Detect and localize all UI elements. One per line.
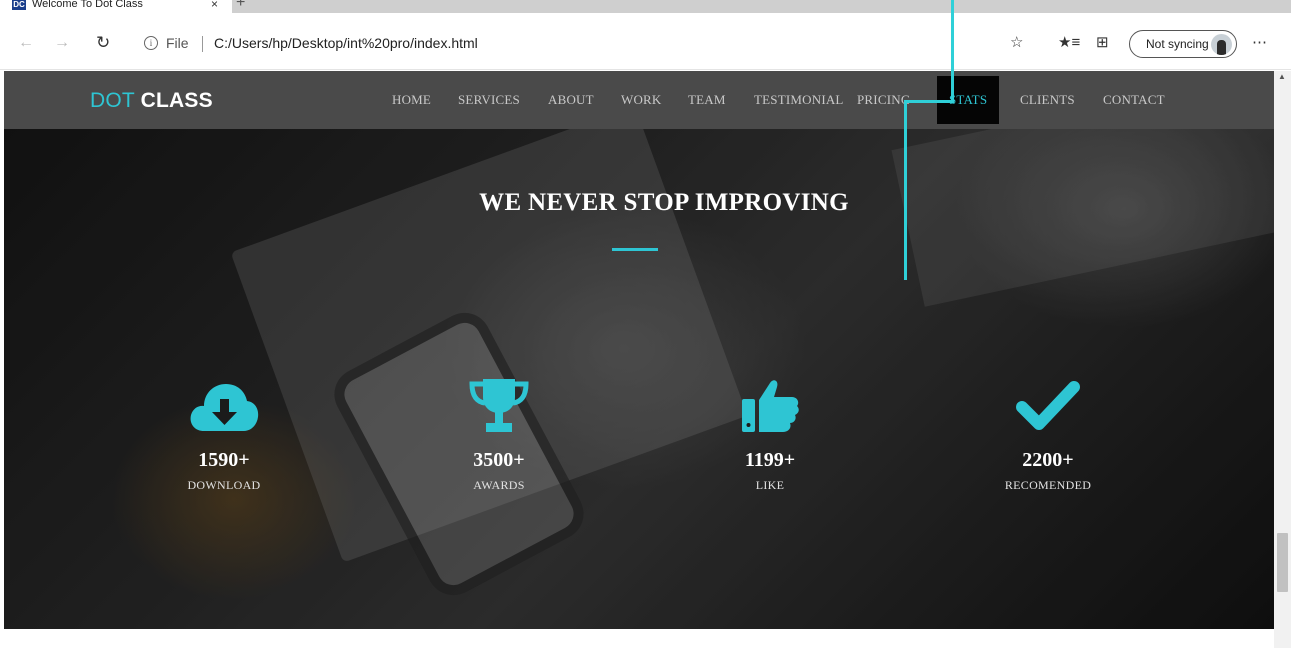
stat-download: 1590+ DOWNLOAD: [124, 375, 324, 493]
browser-tab[interactable]: DC Welcome To Dot Class ×: [8, 0, 232, 13]
stat-label: AWARDS: [473, 478, 525, 492]
tab-strip: DC Welcome To Dot Class × +: [0, 0, 1291, 13]
more-icon[interactable]: ⋯: [1252, 35, 1267, 51]
stat-label: LIKE: [755, 478, 785, 492]
stat-like: 1199+ LIKE: [670, 375, 870, 493]
stat-awards: 3500+ AWARDS: [399, 375, 599, 493]
nav-item-home[interactable]: HOME: [392, 92, 431, 108]
page-scrollbar[interactable]: ▲: [1274, 71, 1291, 648]
favicon-icon: DC: [12, 0, 26, 10]
stat-value: 1590+: [198, 449, 250, 471]
back-arrow-icon[interactable]: ←: [18, 35, 34, 51]
stats-section: WE NEVER STOP IMPROVING 1590+ DOWNLOAD 3…: [4, 129, 1274, 629]
nav-item-contact[interactable]: CONTACT: [1103, 92, 1165, 108]
site-navbar: DOT CLASS HOME SERVICES ABOUT WORK TEAM …: [4, 71, 1274, 129]
stat-value: 3500+: [473, 449, 525, 471]
page-viewport: DOT CLASS HOME SERVICES ABOUT WORK TEAM …: [4, 71, 1274, 648]
nav-item-team[interactable]: TEAM: [688, 92, 726, 108]
thumbs-up-icon: [670, 375, 870, 437]
avatar: [1211, 34, 1232, 55]
section-title: WE NEVER STOP IMPROVING: [479, 189, 849, 216]
annotation-line: [951, 0, 954, 103]
trophy-icon: [399, 375, 599, 437]
collections-icon[interactable]: ⊞: [1096, 35, 1109, 51]
scheme-label: File: [166, 35, 189, 51]
logo-dot: DOT: [90, 89, 135, 112]
site-logo[interactable]: DOT CLASS: [90, 89, 213, 113]
scroll-thumb[interactable]: [1277, 533, 1288, 592]
checkmark-icon: [948, 375, 1148, 437]
reload-icon[interactable]: ↻: [96, 34, 110, 51]
new-tab-icon[interactable]: +: [236, 0, 245, 11]
address-bar[interactable]: i File C:/Users/hp/Desktop/int%20pro/ind…: [134, 31, 998, 57]
tab-strip-background: [232, 0, 1291, 13]
scroll-up-icon[interactable]: ▲: [1278, 73, 1286, 81]
nav-item-clients[interactable]: CLIENTS: [1020, 92, 1075, 108]
stat-value: 2200+: [1022, 449, 1074, 471]
title-underline: [612, 248, 658, 251]
nav-item-about[interactable]: ABOUT: [548, 92, 594, 108]
annotation-line: [904, 100, 907, 280]
stat-label: DOWNLOAD: [187, 478, 261, 492]
nav-item-testimonial[interactable]: TESTIMONIAL: [754, 92, 844, 108]
star-icon[interactable]: ☆: [1010, 35, 1023, 51]
favorites-icon[interactable]: ★≡: [1058, 35, 1080, 51]
stat-recommended: 2200+ RECOMENDED: [948, 375, 1148, 493]
cloud-download-icon: [124, 375, 324, 437]
stat-label: RECOMENDED: [1004, 478, 1092, 492]
annotation-line: [904, 100, 954, 103]
url-text[interactable]: C:/Users/hp/Desktop/int%20pro/index.html: [214, 35, 478, 51]
nav-item-pricing[interactable]: PRICING: [857, 92, 910, 108]
info-icon[interactable]: i: [144, 36, 158, 50]
forward-arrow-icon[interactable]: →: [54, 35, 70, 51]
browser-window: DC Welcome To Dot Class × + ← → ↻ i File…: [0, 0, 1291, 648]
browser-toolbar: ← → ↻ i File C:/Users/hp/Desktop/int%20p…: [0, 13, 1291, 70]
tab-close-icon[interactable]: ×: [211, 0, 218, 11]
logo-class: CLASS: [140, 89, 213, 112]
nav-item-services[interactable]: SERVICES: [458, 92, 520, 108]
stat-value: 1199+: [744, 449, 796, 471]
address-separator: [202, 36, 203, 52]
profile-sync-button[interactable]: Not syncing: [1129, 30, 1237, 58]
tab-title: Welcome To Dot Class: [32, 0, 143, 10]
sync-label: Not syncing: [1146, 37, 1209, 51]
nav-item-work[interactable]: WORK: [621, 92, 662, 108]
